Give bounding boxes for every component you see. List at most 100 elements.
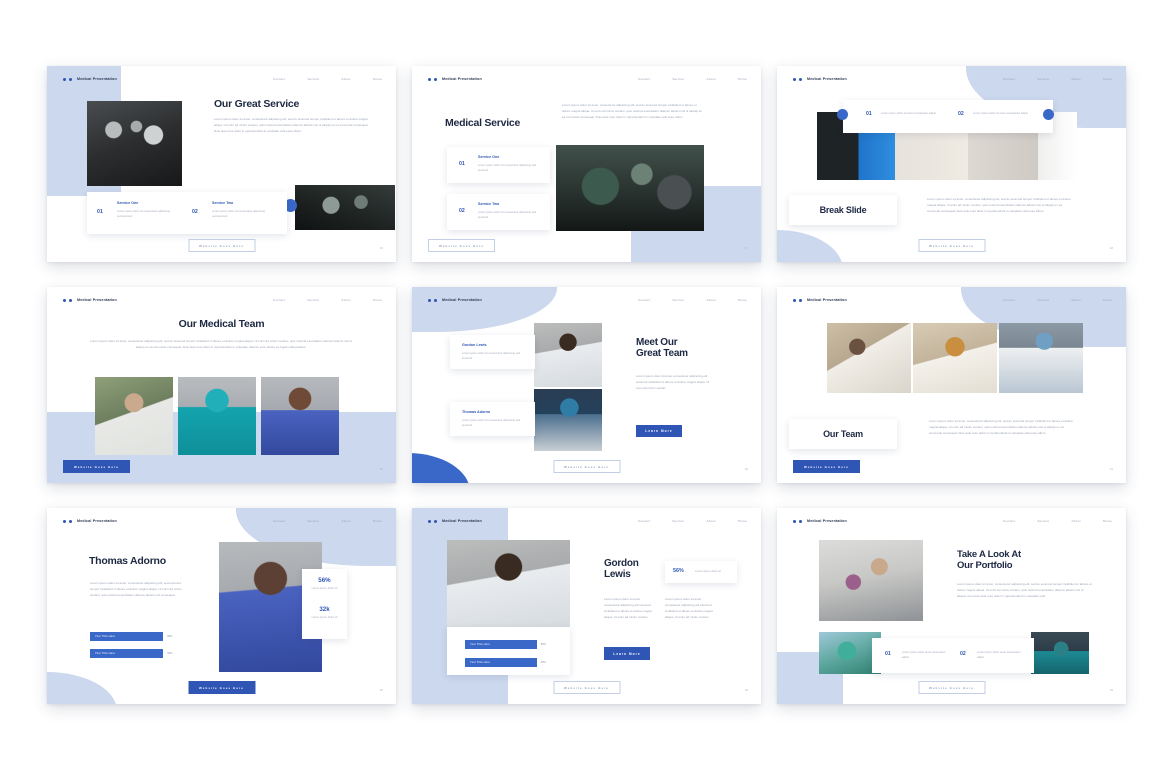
progress-bar-label: Your Title Here bbox=[95, 635, 116, 638]
stat-label: Lorem ipsum dolor sit bbox=[695, 570, 721, 573]
nav-item-about[interactable]: About bbox=[1071, 77, 1080, 81]
footer-pill[interactable]: Website Goes Here bbox=[428, 239, 495, 252]
page-number: 24 bbox=[1109, 688, 1113, 692]
nav-item-service[interactable]: Service bbox=[307, 77, 319, 81]
slide-thumbnail-break-slide[interactable]: Medical Presentation Contact Service Abo… bbox=[777, 66, 1126, 262]
nav-item-contact[interactable]: Contact bbox=[273, 298, 285, 302]
footer-pill[interactable]: Website Goes Here bbox=[188, 239, 255, 252]
service-text: Lorem ipsum dolor sit consectetur adipis… bbox=[478, 164, 537, 173]
slide-nav[interactable]: Contact Service About Home bbox=[638, 77, 747, 81]
progress-bar-percent: 69% bbox=[167, 652, 173, 655]
nav-item-home[interactable]: Home bbox=[738, 77, 747, 81]
page-number: 19 bbox=[379, 467, 383, 471]
page-number: 21 bbox=[1109, 467, 1113, 471]
footer-pill[interactable]: Website Goes Here bbox=[188, 681, 255, 694]
slide-nav[interactable]: Contact Service About Home bbox=[1003, 77, 1112, 81]
slide-nav[interactable]: Contact Service About Home bbox=[638, 519, 747, 523]
nav-item-home[interactable]: Home bbox=[373, 77, 382, 81]
progress-bar: Your Title Here 69% bbox=[465, 658, 557, 667]
nav-item-home[interactable]: Home bbox=[373, 519, 382, 523]
slide-body-column-left: Lorem ipsum dolor sit amet consectetur a… bbox=[604, 597, 652, 620]
slide-thumbnail-medical-service[interactable]: Medical Presentation Contact Service Abo… bbox=[412, 66, 761, 262]
stat-label: Lorem ipsum dolor sit bbox=[311, 616, 338, 619]
slide-thumbnail-thomas-adorno[interactable]: Medical Presentation Contact Service Abo… bbox=[47, 508, 396, 704]
nav-item-about[interactable]: About bbox=[341, 298, 350, 302]
footer-pill[interactable]: Website Goes Here bbox=[63, 460, 130, 473]
slide-nav[interactable]: Contact Service About Home bbox=[273, 77, 382, 81]
nav-item-service[interactable]: Service bbox=[1037, 519, 1049, 523]
member-photo-thomas-adorno bbox=[534, 389, 602, 451]
slide-thumbnail-meet-our-great-team[interactable]: Medical Presentation Contact Service Abo… bbox=[412, 287, 761, 483]
nav-item-about[interactable]: About bbox=[1071, 298, 1080, 302]
nav-item-about[interactable]: About bbox=[341, 519, 350, 523]
nav-item-contact[interactable]: Contact bbox=[638, 519, 650, 523]
slide-nav[interactable]: Contact Service About Home bbox=[1003, 298, 1112, 302]
footer-pill[interactable]: Website Goes Here bbox=[918, 681, 985, 694]
brand-logo: Medical Presentation bbox=[63, 298, 117, 302]
service-card[interactable]: 01 Service One Lorem ipsum dolor sit con… bbox=[447, 147, 550, 183]
footer-pill[interactable]: Website Goes Here bbox=[553, 460, 620, 473]
brand-logo: Medical Presentation bbox=[63, 519, 117, 523]
slide-nav[interactable]: Contact Service About Home bbox=[638, 298, 747, 302]
nav-item-contact[interactable]: Contact bbox=[1003, 77, 1015, 81]
slide-thumbnail-our-portfolio[interactable]: Medical Presentation Contact Service Abo… bbox=[777, 508, 1126, 704]
nav-item-home[interactable]: Home bbox=[1103, 519, 1112, 523]
page-number: 18 bbox=[1109, 246, 1113, 250]
nav-item-home[interactable]: Home bbox=[738, 519, 747, 523]
nav-item-service[interactable]: Service bbox=[672, 77, 684, 81]
service-card[interactable]: 02 Service Two Lorem ipsum dolor sit con… bbox=[447, 194, 550, 230]
learn-more-button[interactable]: Learn More bbox=[604, 647, 650, 660]
nav-item-home[interactable]: Home bbox=[373, 298, 382, 302]
footer-pill[interactable]: Website Goes Here bbox=[553, 681, 620, 694]
slide-thumbnail-our-great-service[interactable]: Medical Presentation Contact Service Abo… bbox=[47, 66, 396, 262]
portfolio-photo-surgeon bbox=[1031, 632, 1089, 674]
brand-logo-text: Medical Presentation bbox=[77, 298, 117, 302]
learn-more-button[interactable]: Learn More bbox=[636, 425, 682, 437]
nav-item-about[interactable]: About bbox=[706, 77, 715, 81]
nav-item-about[interactable]: About bbox=[706, 298, 715, 302]
slide-thumbnail-gordon-lewis[interactable]: Medical Presentation Contact Service Abo… bbox=[412, 508, 761, 704]
slide-title: Our Medical Team bbox=[178, 318, 265, 330]
nav-item-service[interactable]: Service bbox=[1037, 298, 1049, 302]
nav-item-contact[interactable]: Contact bbox=[638, 77, 650, 81]
footer-pill[interactable]: Website Goes Here bbox=[918, 239, 985, 252]
footer-pill[interactable]: Website Goes Here bbox=[793, 460, 860, 473]
slide-thumbnail-our-medical-team[interactable]: Medical Presentation Contact Service Abo… bbox=[47, 287, 396, 483]
nav-item-home[interactable]: Home bbox=[1103, 77, 1112, 81]
nav-item-about[interactable]: About bbox=[341, 77, 350, 81]
nav-item-home[interactable]: Home bbox=[738, 298, 747, 302]
callout-text: Lorem ipsum dolor amet consectetur adipi… bbox=[902, 651, 946, 660]
break-title-card: Break Slide bbox=[789, 195, 897, 225]
nav-item-service[interactable]: Service bbox=[672, 298, 684, 302]
logo-dot-icon bbox=[63, 519, 66, 523]
nav-item-service[interactable]: Service bbox=[307, 519, 319, 523]
progress-bar-fill: Your Title Here bbox=[90, 649, 164, 658]
service-card-group[interactable]: 01 Service One Lorem ipsum dolor sit con… bbox=[87, 192, 287, 234]
portfolio-callout-card[interactable]: 01 Lorem ipsum dolor amet consectetur ad… bbox=[872, 638, 1034, 673]
logo-dot-icon bbox=[799, 519, 802, 523]
nav-item-home[interactable]: Home bbox=[1103, 298, 1112, 302]
nav-item-about[interactable]: About bbox=[1071, 519, 1080, 523]
page-number: 17 bbox=[744, 246, 748, 250]
nav-item-contact[interactable]: Contact bbox=[1003, 519, 1015, 523]
nav-item-service[interactable]: Service bbox=[307, 298, 319, 302]
nav-item-contact[interactable]: Contact bbox=[273, 77, 285, 81]
nav-item-contact[interactable]: Contact bbox=[273, 519, 285, 523]
nav-item-about[interactable]: About bbox=[706, 519, 715, 523]
nav-item-service[interactable]: Service bbox=[672, 519, 684, 523]
member-text: Lorem ipsum dolor sit consectetur adipis… bbox=[462, 352, 521, 361]
member-card-gordon-lewis[interactable]: Gordon Lewis Lorem ipsum dolor sit conse… bbox=[450, 335, 535, 369]
slide-thumbnail-our-team[interactable]: Medical Presentation Contact Service Abo… bbox=[777, 287, 1126, 483]
nav-item-contact[interactable]: Contact bbox=[638, 298, 650, 302]
slide-nav[interactable]: Contact Service About Home bbox=[273, 298, 382, 302]
service-title: Service Two bbox=[478, 202, 500, 206]
slide-nav[interactable]: Contact Service About Home bbox=[1003, 519, 1112, 523]
decor-blue-blob-bottom bbox=[412, 453, 470, 483]
slide-nav[interactable]: Contact Service About Home bbox=[273, 519, 382, 523]
member-card-thomas-adorno[interactable]: Thomas Adorno Lorem ipsum dolor sit cons… bbox=[450, 402, 535, 436]
callout-card[interactable]: 01 Lorem ipsum dolor sit amet consectetu… bbox=[843, 100, 1053, 133]
nav-item-service[interactable]: Service bbox=[1037, 77, 1049, 81]
slide-thumbnail-grid: Medical Presentation Contact Service Abo… bbox=[0, 0, 1160, 774]
brand-logo: Medical Presentation bbox=[793, 519, 847, 523]
nav-item-contact[interactable]: Contact bbox=[1003, 298, 1015, 302]
